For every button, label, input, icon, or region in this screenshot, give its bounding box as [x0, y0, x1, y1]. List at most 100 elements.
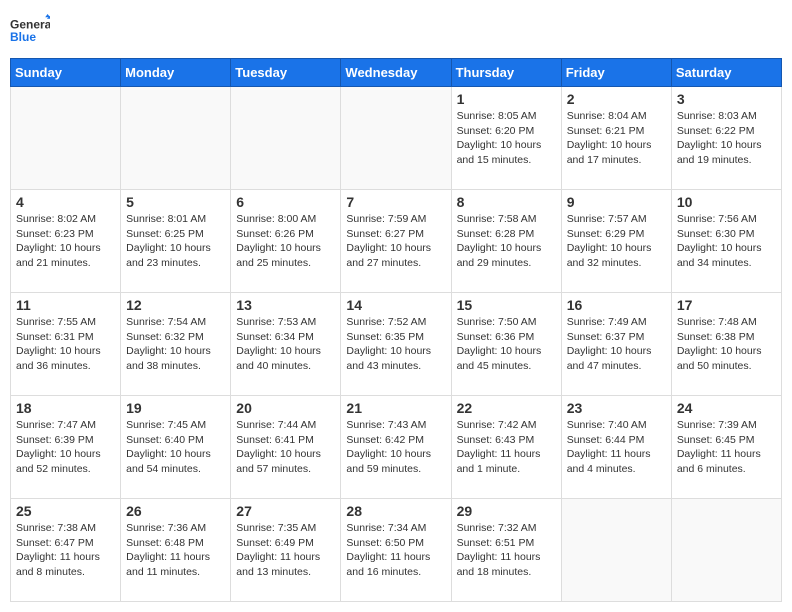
day-info: Sunrise: 7:54 AM Sunset: 6:32 PM Dayligh…: [126, 315, 225, 374]
logo: General Blue: [10, 10, 50, 50]
day-number: 4: [16, 194, 115, 210]
calendar-cell: [231, 87, 341, 190]
day-number: 9: [567, 194, 666, 210]
day-number: 21: [346, 400, 445, 416]
calendar-cell: 25Sunrise: 7:38 AM Sunset: 6:47 PM Dayli…: [11, 499, 121, 602]
calendar-cell: 8 Sunrise: 7:58 AM Sunset: 6:28 PM Daylig…: [451, 190, 561, 293]
calendar-cell: 18Sunrise: 7:47 AM Sunset: 6:39 PM Dayli…: [11, 396, 121, 499]
day-info: Sunrise: 7:42 AM Sunset: 6:43 PM Dayligh…: [457, 418, 556, 477]
calendar-week-row: 18Sunrise: 7:47 AM Sunset: 6:39 PM Dayli…: [11, 396, 782, 499]
calendar-cell: [671, 499, 781, 602]
day-info: Sunrise: 8:05 AM Sunset: 6:20 PM Dayligh…: [457, 109, 556, 168]
day-info: Sunrise: 7:56 AM Sunset: 6:30 PM Dayligh…: [677, 212, 776, 271]
calendar-cell: 1Sunrise: 8:05 AM Sunset: 6:20 PM Daylig…: [451, 87, 561, 190]
calendar-cell: 4 Sunrise: 8:02 AM Sunset: 6:23 PM Daylig…: [11, 190, 121, 293]
calendar-header: SundayMondayTuesdayWednesdayThursdayFrid…: [11, 59, 782, 87]
weekday-row: SundayMondayTuesdayWednesdayThursdayFrid…: [11, 59, 782, 87]
day-number: 8: [457, 194, 556, 210]
day-info: Sunrise: 7:32 AM Sunset: 6:51 PM Dayligh…: [457, 521, 556, 580]
calendar-cell: 3Sunrise: 8:03 AM Sunset: 6:22 PM Daylig…: [671, 87, 781, 190]
calendar-cell: 15Sunrise: 7:50 AM Sunset: 6:36 PM Dayli…: [451, 293, 561, 396]
calendar-cell: 19 Sunrise: 7:45 AM Sunset: 6:40 PM Dayli…: [121, 396, 231, 499]
day-number: 17: [677, 297, 776, 313]
calendar-cell: 20Sunrise: 7:44 AM Sunset: 6:41 PM Dayli…: [231, 396, 341, 499]
page: General Blue SundayMondayTuesdayWednesda…: [0, 0, 792, 612]
calendar-cell: 7 Sunrise: 7:59 AM Sunset: 6:27 PM Daylig…: [341, 190, 451, 293]
day-info: Sunrise: 7:43 AM Sunset: 6:42 PM Dayligh…: [346, 418, 445, 477]
day-number: 10: [677, 194, 776, 210]
day-info: Sunrise: 7:57 AM Sunset: 6:29 PM Dayligh…: [567, 212, 666, 271]
calendar-cell: [11, 87, 121, 190]
svg-text:Blue: Blue: [10, 30, 36, 44]
calendar-cell: 16 Sunrise: 7:49 AM Sunset: 6:37 PM Dayli…: [561, 293, 671, 396]
day-number: 2: [567, 91, 666, 107]
day-number: 16: [567, 297, 666, 313]
calendar-week-row: 25Sunrise: 7:38 AM Sunset: 6:47 PM Dayli…: [11, 499, 782, 602]
day-number: 22: [457, 400, 556, 416]
calendar-cell: 24 Sunrise: 7:39 AM Sunset: 6:45 PM Dayli…: [671, 396, 781, 499]
day-info: Sunrise: 8:00 AM Sunset: 6:26 PM Dayligh…: [236, 212, 335, 271]
day-number: 19: [126, 400, 225, 416]
day-number: 7: [346, 194, 445, 210]
weekday-wednesday: Wednesday: [341, 59, 451, 87]
day-number: 15: [457, 297, 556, 313]
svg-text:General: General: [10, 17, 50, 31]
day-number: 5: [126, 194, 225, 210]
calendar-cell: 21 Sunrise: 7:43 AM Sunset: 6:42 PM Dayli…: [341, 396, 451, 499]
calendar-cell: 27 Sunrise: 7:35 AM Sunset: 6:49 PM Dayli…: [231, 499, 341, 602]
day-info: Sunrise: 7:55 AM Sunset: 6:31 PM Dayligh…: [16, 315, 115, 374]
calendar-cell: 17 Sunrise: 7:48 AM Sunset: 6:38 PM Dayli…: [671, 293, 781, 396]
weekday-thursday: Thursday: [451, 59, 561, 87]
calendar-cell: 23Sunrise: 7:40 AM Sunset: 6:44 PM Dayli…: [561, 396, 671, 499]
day-info: Sunrise: 7:49 AM Sunset: 6:37 PM Dayligh…: [567, 315, 666, 374]
day-info: Sunrise: 7:39 AM Sunset: 6:45 PM Dayligh…: [677, 418, 776, 477]
day-number: 28: [346, 503, 445, 519]
day-number: 6: [236, 194, 335, 210]
day-number: 12: [126, 297, 225, 313]
calendar-cell: 22 Sunrise: 7:42 AM Sunset: 6:43 PM Dayli…: [451, 396, 561, 499]
day-info: Sunrise: 7:35 AM Sunset: 6:49 PM Dayligh…: [236, 521, 335, 580]
day-info: Sunrise: 7:58 AM Sunset: 6:28 PM Dayligh…: [457, 212, 556, 271]
day-number: 27: [236, 503, 335, 519]
weekday-friday: Friday: [561, 59, 671, 87]
calendar-cell: 28 Sunrise: 7:34 AM Sunset: 6:50 PM Dayli…: [341, 499, 451, 602]
day-info: Sunrise: 7:36 AM Sunset: 6:48 PM Dayligh…: [126, 521, 225, 580]
day-info: Sunrise: 8:01 AM Sunset: 6:25 PM Dayligh…: [126, 212, 225, 271]
weekday-tuesday: Tuesday: [231, 59, 341, 87]
day-number: 18: [16, 400, 115, 416]
calendar-cell: 11 Sunrise: 7:55 AM Sunset: 6:31 PM Dayli…: [11, 293, 121, 396]
day-number: 20: [236, 400, 335, 416]
calendar-cell: 13Sunrise: 7:53 AM Sunset: 6:34 PM Dayli…: [231, 293, 341, 396]
day-number: 14: [346, 297, 445, 313]
calendar-cell: 12 Sunrise: 7:54 AM Sunset: 6:32 PM Dayli…: [121, 293, 231, 396]
calendar-week-row: 4 Sunrise: 8:02 AM Sunset: 6:23 PM Daylig…: [11, 190, 782, 293]
calendar-cell: 6 Sunrise: 8:00 AM Sunset: 6:26 PM Daylig…: [231, 190, 341, 293]
calendar-cell: 5 Sunrise: 8:01 AM Sunset: 6:25 PM Daylig…: [121, 190, 231, 293]
calendar-table: SundayMondayTuesdayWednesdayThursdayFrid…: [10, 58, 782, 602]
day-info: Sunrise: 7:45 AM Sunset: 6:40 PM Dayligh…: [126, 418, 225, 477]
day-info: Sunrise: 8:02 AM Sunset: 6:23 PM Dayligh…: [16, 212, 115, 271]
day-info: Sunrise: 7:59 AM Sunset: 6:27 PM Dayligh…: [346, 212, 445, 271]
weekday-saturday: Saturday: [671, 59, 781, 87]
day-number: 26: [126, 503, 225, 519]
calendar-cell: 29 Sunrise: 7:32 AM Sunset: 6:51 PM Dayli…: [451, 499, 561, 602]
calendar-cell: 10 Sunrise: 7:56 AM Sunset: 6:30 PM Dayli…: [671, 190, 781, 293]
header: General Blue: [10, 10, 782, 50]
day-info: Sunrise: 8:03 AM Sunset: 6:22 PM Dayligh…: [677, 109, 776, 168]
weekday-monday: Monday: [121, 59, 231, 87]
day-info: Sunrise: 7:48 AM Sunset: 6:38 PM Dayligh…: [677, 315, 776, 374]
day-number: 24: [677, 400, 776, 416]
calendar-cell: [341, 87, 451, 190]
weekday-sunday: Sunday: [11, 59, 121, 87]
calendar-cell: [121, 87, 231, 190]
calendar-cell: [561, 499, 671, 602]
day-info: Sunrise: 7:38 AM Sunset: 6:47 PM Dayligh…: [16, 521, 115, 580]
calendar-cell: 2 Sunrise: 8:04 AM Sunset: 6:21 PM Daylig…: [561, 87, 671, 190]
calendar-cell: 26 Sunrise: 7:36 AM Sunset: 6:48 PM Dayli…: [121, 499, 231, 602]
day-info: Sunrise: 7:34 AM Sunset: 6:50 PM Dayligh…: [346, 521, 445, 580]
day-info: Sunrise: 8:04 AM Sunset: 6:21 PM Dayligh…: [567, 109, 666, 168]
day-number: 29: [457, 503, 556, 519]
calendar-body: 1Sunrise: 8:05 AM Sunset: 6:20 PM Daylig…: [11, 87, 782, 602]
day-number: 11: [16, 297, 115, 313]
day-number: 13: [236, 297, 335, 313]
